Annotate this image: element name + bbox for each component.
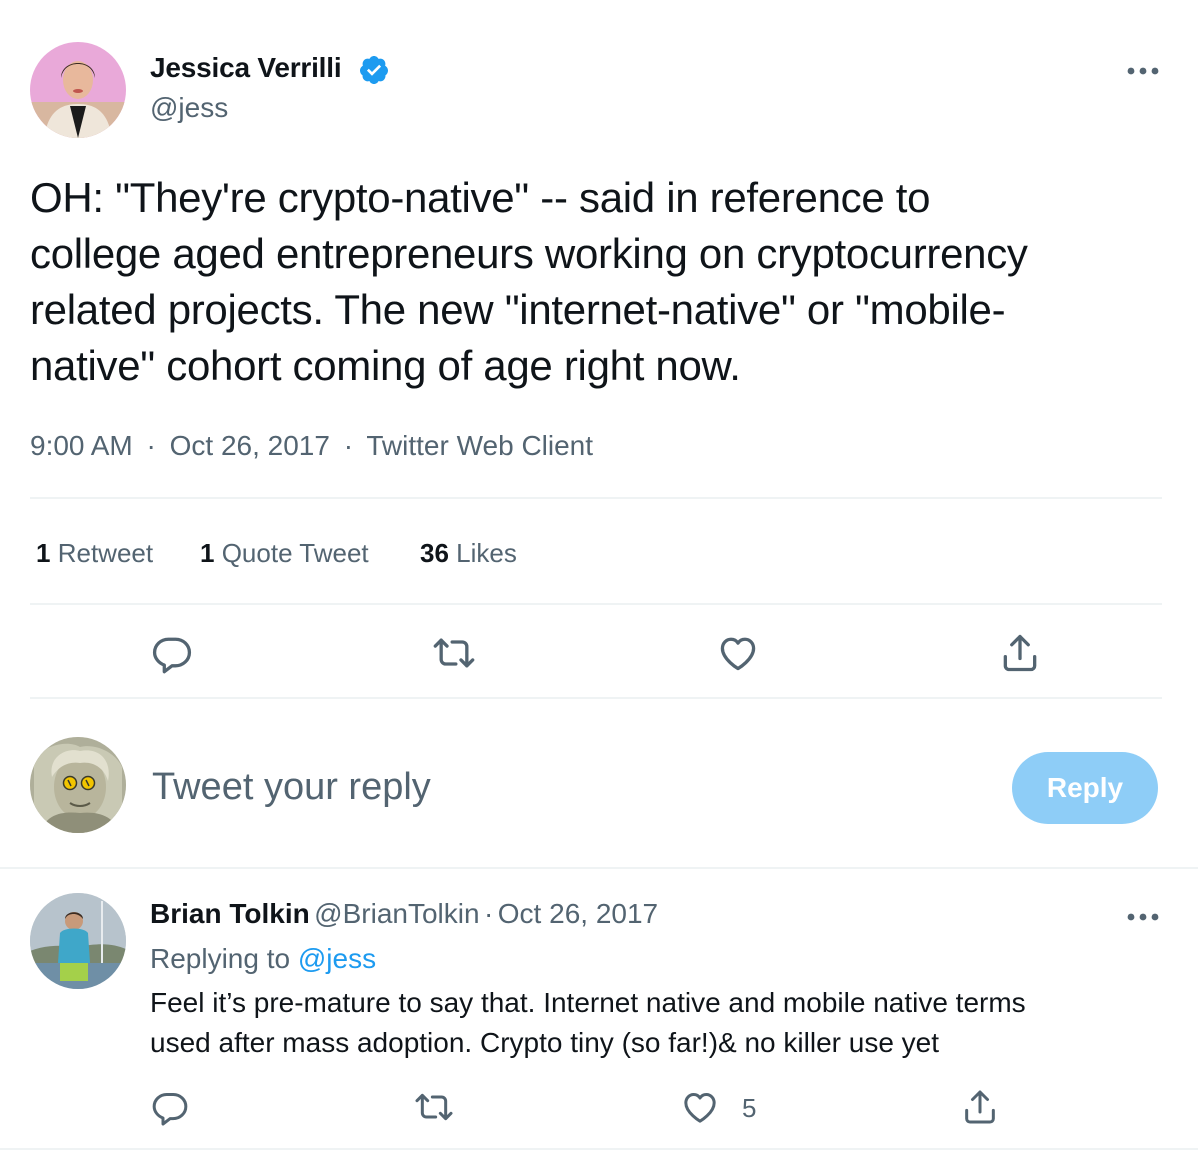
reply-separator: · xyxy=(484,898,494,929)
heart-icon[interactable] xyxy=(716,631,760,675)
replying-to: Replying to @jess xyxy=(150,943,376,975)
reply-button[interactable]: Reply xyxy=(1012,752,1158,824)
share-icon[interactable] xyxy=(998,631,1042,675)
quotes-label: Quote Tweet xyxy=(221,538,369,568)
reply-heart-icon[interactable] xyxy=(680,1087,720,1127)
divider xyxy=(30,697,1162,699)
current-user-avatar[interactable] xyxy=(30,737,126,833)
author-avatar-image xyxy=(30,42,126,138)
replying-mention-link[interactable]: @jess xyxy=(298,943,376,974)
reply-author-avatar-image xyxy=(30,893,126,989)
reply-text-line-2: used after mass adoption. Crypto tiny (s… xyxy=(150,1027,940,1058)
reply-author-avatar[interactable] xyxy=(30,893,126,989)
divider xyxy=(30,603,1162,605)
tweet-time[interactable]: 9:00 AM xyxy=(30,430,133,461)
divider xyxy=(0,1148,1198,1150)
reply-more-options-icon[interactable] xyxy=(1126,909,1160,921)
retweets-stat[interactable]: 1 Retweet xyxy=(36,538,153,569)
quotes-count: 1 xyxy=(200,538,215,568)
reply-input[interactable]: Tweet your reply xyxy=(152,766,431,809)
reply-text-line-1: Feel it’s pre-mature to say that. Intern… xyxy=(150,987,1026,1018)
current-user-avatar-image xyxy=(30,737,126,833)
reply-retweet-icon[interactable] xyxy=(414,1087,454,1127)
tweet-text: OH: "They're crypto-native" -- said in r… xyxy=(30,174,1028,389)
likes-stat[interactable]: 36 Likes xyxy=(420,538,517,569)
reply-reply-icon[interactable] xyxy=(150,1087,190,1127)
likes-count: 36 xyxy=(420,538,449,568)
reply-header: Brian Tolkin @BrianTolkin · Oct 26, 2017 xyxy=(150,898,658,930)
retweet-icon[interactable] xyxy=(432,631,476,675)
tweet-meta: 9:00 AM · Oct 26, 2017 · Twitter Web Cli… xyxy=(30,430,593,462)
divider xyxy=(0,867,1198,869)
retweets-count: 1 xyxy=(36,538,51,568)
retweets-label: Retweet xyxy=(57,538,154,568)
tweet-source[interactable]: Twitter Web Client xyxy=(366,430,593,461)
author-name[interactable]: Jessica Verrilli xyxy=(150,52,342,84)
tweet-date[interactable]: Oct 26, 2017 xyxy=(170,430,330,461)
replying-prefix: Replying to xyxy=(150,943,291,974)
reply-date[interactable]: Oct 26, 2017 xyxy=(498,898,658,929)
verified-badge-icon xyxy=(358,54,390,86)
likes-label: Likes xyxy=(456,538,517,568)
reply-icon[interactable] xyxy=(150,631,194,675)
quote-tweets-stat[interactable]: 1 Quote Tweet xyxy=(200,538,369,569)
reply-author-name[interactable]: Brian Tolkin xyxy=(150,898,310,929)
divider xyxy=(30,497,1162,499)
reply-author-handle[interactable]: @BrianTolkin xyxy=(314,898,479,929)
reply-share-icon[interactable] xyxy=(960,1087,1000,1127)
meta-separator: · xyxy=(146,430,156,461)
author-handle[interactable]: @jess xyxy=(150,92,228,124)
meta-separator: · xyxy=(343,430,354,461)
more-options-icon[interactable] xyxy=(1126,63,1160,75)
author-avatar[interactable] xyxy=(30,42,126,138)
reply-like-count: 5 xyxy=(742,1093,757,1123)
